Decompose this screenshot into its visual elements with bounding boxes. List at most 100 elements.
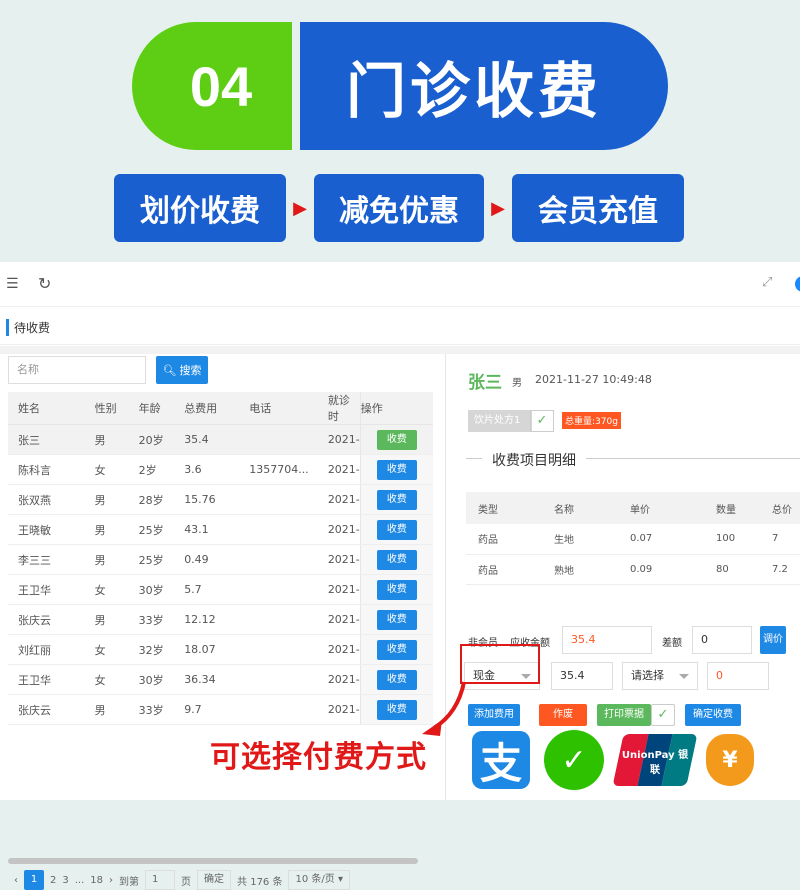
page-size-select[interactable]: 10 条/页 ▾ [288, 870, 350, 890]
table-row[interactable]: 王卫华女 30岁 5.7 2021- 收费 [8, 574, 433, 605]
page-2[interactable]: 2 [50, 875, 56, 886]
cell-phone [239, 604, 318, 635]
cell-fee: 5.7 [174, 574, 240, 605]
prev-page-icon[interactable]: ‹ [14, 875, 18, 886]
charge-button[interactable]: 收费 [376, 699, 417, 720]
cell-total: 7.2 [760, 554, 800, 585]
table-row[interactable]: 张庆云男 33岁 12.12 2021- 收费 [8, 604, 433, 635]
search-icon: 🔍︎ [162, 363, 177, 377]
check-icon[interactable]: ✓ [651, 704, 675, 726]
table-row[interactable]: 陈科言女 2岁 3.6 1357704... 2021- 收费 [8, 454, 433, 485]
charge-button[interactable]: 收费 [376, 639, 417, 660]
col-header-name[interactable]: 姓名 [8, 392, 85, 425]
cell-date: 2021- [317, 574, 361, 605]
cell-date: 2021- [317, 514, 361, 545]
menu-collapse-icon[interactable]: ☰ [6, 276, 19, 292]
app-window: ☰ ↻ ⤢ 待收费 名称 🔍︎ 搜索 姓名 性别 年龄 总费用 电话 就诊时 操… [0, 262, 800, 890]
void-button[interactable]: 作废 [539, 704, 587, 726]
payment-icons: 支 ✓ UnionPay 银联 ¥ [472, 730, 754, 790]
page-last[interactable]: 18 [90, 875, 103, 886]
pending-table: 姓名 性别 年龄 总费用 电话 就诊时 操作 张三男 20岁 35.4 2021- 收费… [8, 392, 433, 725]
unionpay-icon: UnionPay 银联 [612, 734, 698, 786]
col-header-type: 类型 [466, 492, 542, 524]
charge-button[interactable]: 收费 [376, 459, 417, 480]
cell-age: 33岁 [128, 604, 175, 635]
col-header-item: 名称 [542, 492, 618, 524]
goto-confirm-button[interactable]: 确定 [197, 870, 232, 890]
cell-phone [239, 514, 318, 545]
charge-button[interactable]: 收费 [376, 429, 417, 450]
cell-sex: 男 [84, 544, 129, 575]
search-button[interactable]: 🔍︎ 搜索 [156, 356, 208, 384]
col-header-age[interactable]: 年龄 [128, 392, 175, 425]
avatar[interactable] [795, 276, 800, 292]
section-number: 04 [132, 22, 292, 150]
fullscreen-icon[interactable]: ⤢ [762, 275, 772, 290]
cell-name: 生地 [542, 524, 618, 555]
cell-sex: 男 [84, 514, 129, 545]
charge-button[interactable]: 收费 [376, 579, 417, 600]
payment-amount-field[interactable]: 35.4 [551, 662, 613, 690]
second-amount-field[interactable]: 0 [707, 662, 769, 690]
cell-sex: 男 [84, 484, 129, 515]
cell-name: 张庆云 [8, 604, 85, 635]
promo-banner: 04 门诊收费 划价收费 ▶ 减免优惠 ▶ 会员充值 [0, 0, 800, 262]
table-row[interactable]: 李三三男 25岁 0.49 2021- 收费 [8, 544, 433, 575]
visit-time: 2021-11-27 10:49:48 [535, 373, 652, 386]
detail-title: 收费项目明细 [482, 450, 586, 470]
cell-fee: 12.12 [174, 604, 240, 635]
unionpay-label: UnionPay 银联 [621, 750, 689, 776]
callout-text: 可选择付费方式 [210, 740, 427, 775]
cell-phone [239, 574, 318, 605]
cell-fee: 36.34 [174, 664, 240, 695]
add-fee-button[interactable]: 添加费用 [468, 704, 520, 726]
cell-date: 2021- [317, 664, 361, 695]
print-receipt-button[interactable]: 打印票据 [597, 704, 651, 726]
cell-type: 药品 [466, 554, 542, 585]
name-search-input[interactable]: 名称 [8, 356, 146, 384]
refresh-icon[interactable]: ↻ [38, 274, 51, 293]
charge-button[interactable]: 收费 [376, 519, 417, 540]
cell-sex: 女 [84, 664, 129, 695]
cell-name: 陈科言 [8, 454, 85, 485]
table-row[interactable]: 张三男 20岁 35.4 2021- 收费 [8, 424, 433, 455]
cell-total: 7 [760, 524, 800, 555]
cell-age: 2岁 [128, 454, 175, 485]
table-row[interactable]: 王晓敏男 25岁 43.1 2021- 收费 [8, 514, 433, 545]
diff-amount-field[interactable]: 0 [692, 626, 752, 654]
cell-age: 30岁 [128, 664, 175, 695]
second-payment-select[interactable]: 请选择 [622, 662, 698, 690]
charge-button[interactable]: 收费 [376, 609, 417, 630]
goto-input[interactable]: 1 [145, 870, 176, 890]
cell-phone: 1357704... [239, 454, 318, 485]
charge-button[interactable]: 收费 [376, 549, 417, 570]
prescription-tag[interactable]: 饮片处方1 [468, 410, 532, 432]
col-header-fee[interactable]: 总费用 [174, 392, 240, 425]
table-row[interactable]: 王卫华女 30岁 36.34 2021- 收费 [8, 664, 433, 695]
section-title: 门诊收费 [300, 22, 668, 150]
confirm-charge-button[interactable]: 确定收费 [685, 704, 741, 726]
table-row[interactable]: 张庆云男 33岁 9.7 2021- 收费 [8, 694, 433, 725]
table-row[interactable]: 张双燕男 28岁 15.76 2021- 收费 [8, 484, 433, 515]
step-recharge: 会员充值 [512, 174, 684, 242]
check-icon[interactable]: ✓ [530, 410, 554, 432]
due-amount-field[interactable]: 35.4 [562, 626, 652, 654]
page-1[interactable]: 1 [24, 870, 44, 890]
page-header: 待收费 [0, 307, 800, 345]
page-ellipsis[interactable]: ... [75, 875, 85, 886]
cell-name: 张庆云 [8, 694, 85, 725]
cell-date: 2021- [317, 694, 361, 725]
step-pricing: 划价收费 [114, 174, 286, 242]
col-header-date[interactable]: 就诊时 [317, 392, 361, 425]
page-3[interactable]: 3 [62, 875, 68, 886]
charge-button[interactable]: 收费 [376, 669, 417, 690]
charge-button[interactable]: 收费 [376, 489, 417, 510]
col-header-sex[interactable]: 性别 [84, 392, 129, 425]
next-page-icon[interactable]: › [109, 875, 113, 886]
table-row[interactable]: 刘红丽女 32岁 18.07 2021- 收费 [8, 634, 433, 665]
col-header-phone[interactable]: 电话 [239, 392, 318, 425]
adjust-price-button[interactable]: 调价 [760, 626, 786, 654]
cell-fee: 43.1 [174, 514, 240, 545]
horizontal-scrollbar[interactable] [8, 858, 418, 864]
arrow-right-icon: ▶ [293, 197, 307, 219]
